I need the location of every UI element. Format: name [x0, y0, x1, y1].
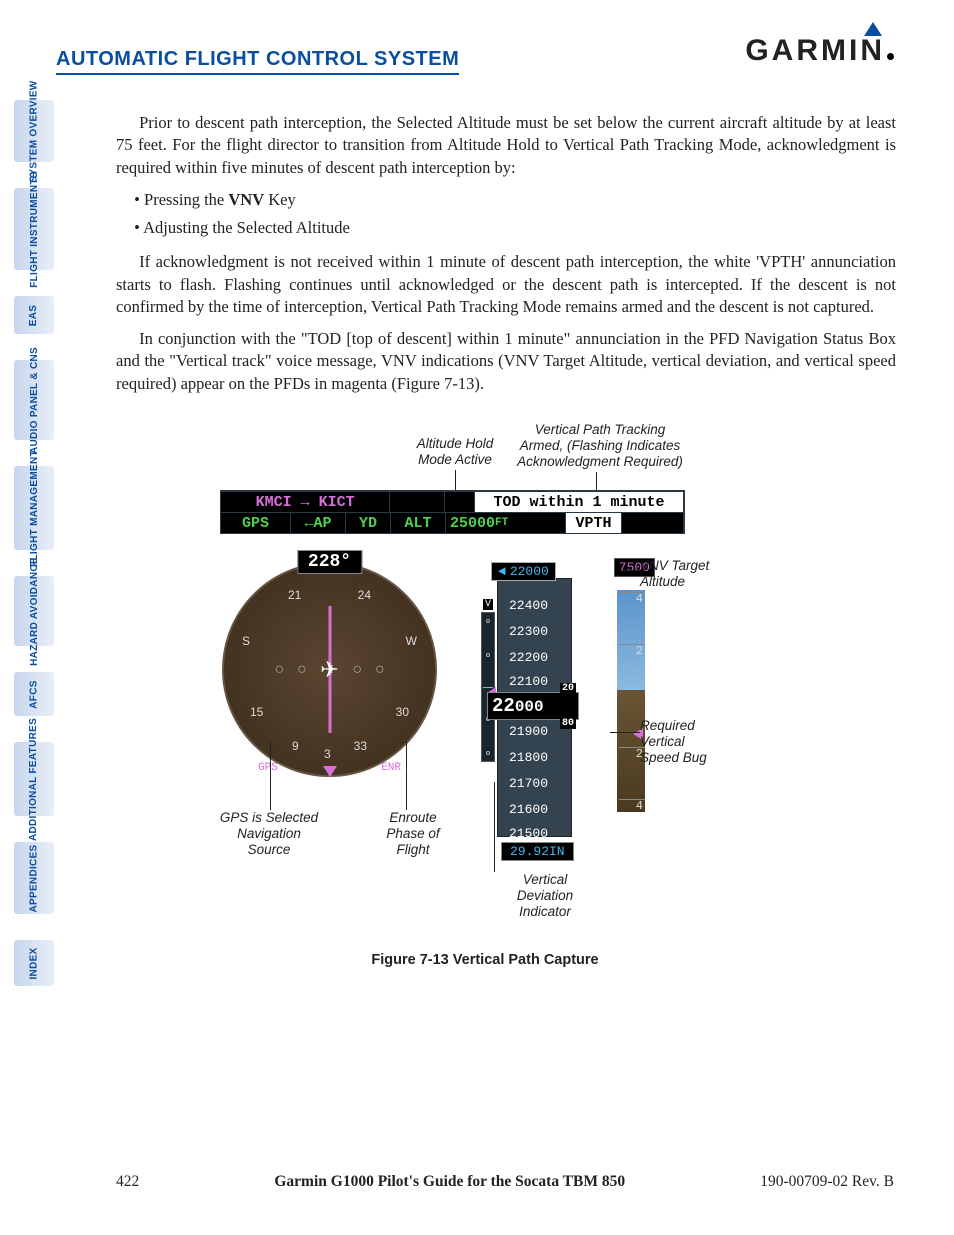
- paragraph-3: In conjunction with the "TOD [top of des…: [116, 328, 896, 395]
- figure-caption: Figure 7-13 Vertical Path Capture: [210, 952, 760, 968]
- altitude-tick: 21800: [509, 750, 548, 765]
- yd-indicator: YD: [346, 512, 391, 533]
- side-tab[interactable]: APPENDICES: [14, 842, 54, 914]
- ap-indicator: ←AP: [291, 512, 346, 533]
- vpth-annunciation: VPTH: [566, 512, 622, 533]
- hsi-display: GPS ENR ✈ ○○ ○○ 21 24 W 30 33 S 15 3 9 2…: [222, 562, 437, 777]
- nav-src-gps: GPS: [221, 512, 291, 533]
- annot-vdi: VerticalDeviationIndicator: [490, 872, 600, 921]
- altitude-tape: V ◄22000 7500 22400223002220022100219002…: [483, 562, 623, 857]
- annot-enroute: EnroutePhase ofFlight: [358, 810, 468, 859]
- paragraph-1: Prior to descent path interception, the …: [116, 112, 896, 179]
- annot-required-vs: RequiredVerticalSpeed Bug: [640, 718, 740, 767]
- nav-status-strip: KMCI → KICT TOD within 1 minute GPS ←AP …: [220, 490, 685, 534]
- hsi-gps-label: GPS: [258, 762, 278, 774]
- vertical-speed-scale: 4 2 2 4: [619, 592, 645, 812]
- alt-mode: ALT: [391, 512, 446, 533]
- brand-triangle-icon: [864, 22, 882, 36]
- side-tabs: SYSTEM OVERVIEW FLIGHT INSTRUMENTS EAS AUDI…: [14, 100, 54, 1012]
- page-footer: 422 Garmin G1000 Pilot's Guide for the S…: [116, 1173, 894, 1191]
- side-tab[interactable]: AFCS: [14, 672, 54, 716]
- altitude-tick: 21900: [509, 724, 548, 739]
- side-tab[interactable]: FLIGHT INSTRUMENTS: [14, 188, 54, 270]
- section-title: AUTOMATIC FLIGHT CONTROL SYSTEM: [56, 48, 459, 75]
- current-altitude: 22000 20 80: [487, 692, 579, 720]
- side-tab[interactable]: FLIGHT MANAGEMENT: [14, 466, 54, 550]
- selected-altitude-bug: ◄22000: [491, 562, 556, 581]
- side-tab[interactable]: EAS: [14, 296, 54, 334]
- annot-alt-hold: Altitude HoldMode Active: [395, 436, 515, 468]
- annot-vnv-target: VNV TargetAltitude: [640, 558, 740, 590]
- hsi-enr-label: ENR: [381, 762, 401, 774]
- altitude-tick: 21500: [509, 826, 548, 841]
- footer-rev: 190-00709-02 Rev. B: [760, 1173, 894, 1191]
- brand-logo: GARMIN: [745, 34, 894, 68]
- altitude-tick: 21700: [509, 776, 548, 791]
- side-tab[interactable]: AUDIO PANEL & CNS: [14, 360, 54, 440]
- altitude-tick: 21600: [509, 802, 548, 817]
- side-tab[interactable]: ADDITIONAL FEATURES: [14, 742, 54, 816]
- footer-title: Garmin G1000 Pilot's Guide for the Socat…: [274, 1173, 625, 1191]
- altitude-tick: 22400: [509, 598, 548, 613]
- tod-message: TOD within 1 minute: [475, 491, 684, 512]
- baro-setting: 29.92IN: [501, 842, 574, 861]
- alt-value: 25000FT: [446, 512, 566, 533]
- side-tab[interactable]: INDEX: [14, 940, 54, 986]
- bullet-2: Adjusting the Selected Altitude: [116, 217, 896, 239]
- page-number: 422: [116, 1173, 139, 1191]
- vertical-deviation-indicator: V: [481, 612, 495, 762]
- route-cell: KMCI → KICT: [221, 491, 390, 512]
- heading-readout: 228°: [297, 550, 362, 574]
- paragraph-2: If acknowledgment is not received within…: [116, 251, 896, 318]
- altitude-tick: 22200: [509, 650, 548, 665]
- altitude-tick: 22300: [509, 624, 548, 639]
- annot-gps-src: GPS is SelectedNavigationSource: [204, 810, 334, 859]
- side-tab[interactable]: HAZARD AVOIDANCE: [14, 576, 54, 646]
- side-tab[interactable]: SYSTEM OVERVIEW: [14, 100, 54, 162]
- track-bug-icon: [323, 766, 337, 777]
- annot-vpth-armed: Vertical Path TrackingArmed, (Flashing I…: [510, 422, 690, 471]
- bullet-1: Pressing the VNV Key: [116, 189, 896, 211]
- altitude-tick: 22100: [509, 674, 548, 689]
- body-content: Prior to descent path interception, the …: [116, 112, 896, 405]
